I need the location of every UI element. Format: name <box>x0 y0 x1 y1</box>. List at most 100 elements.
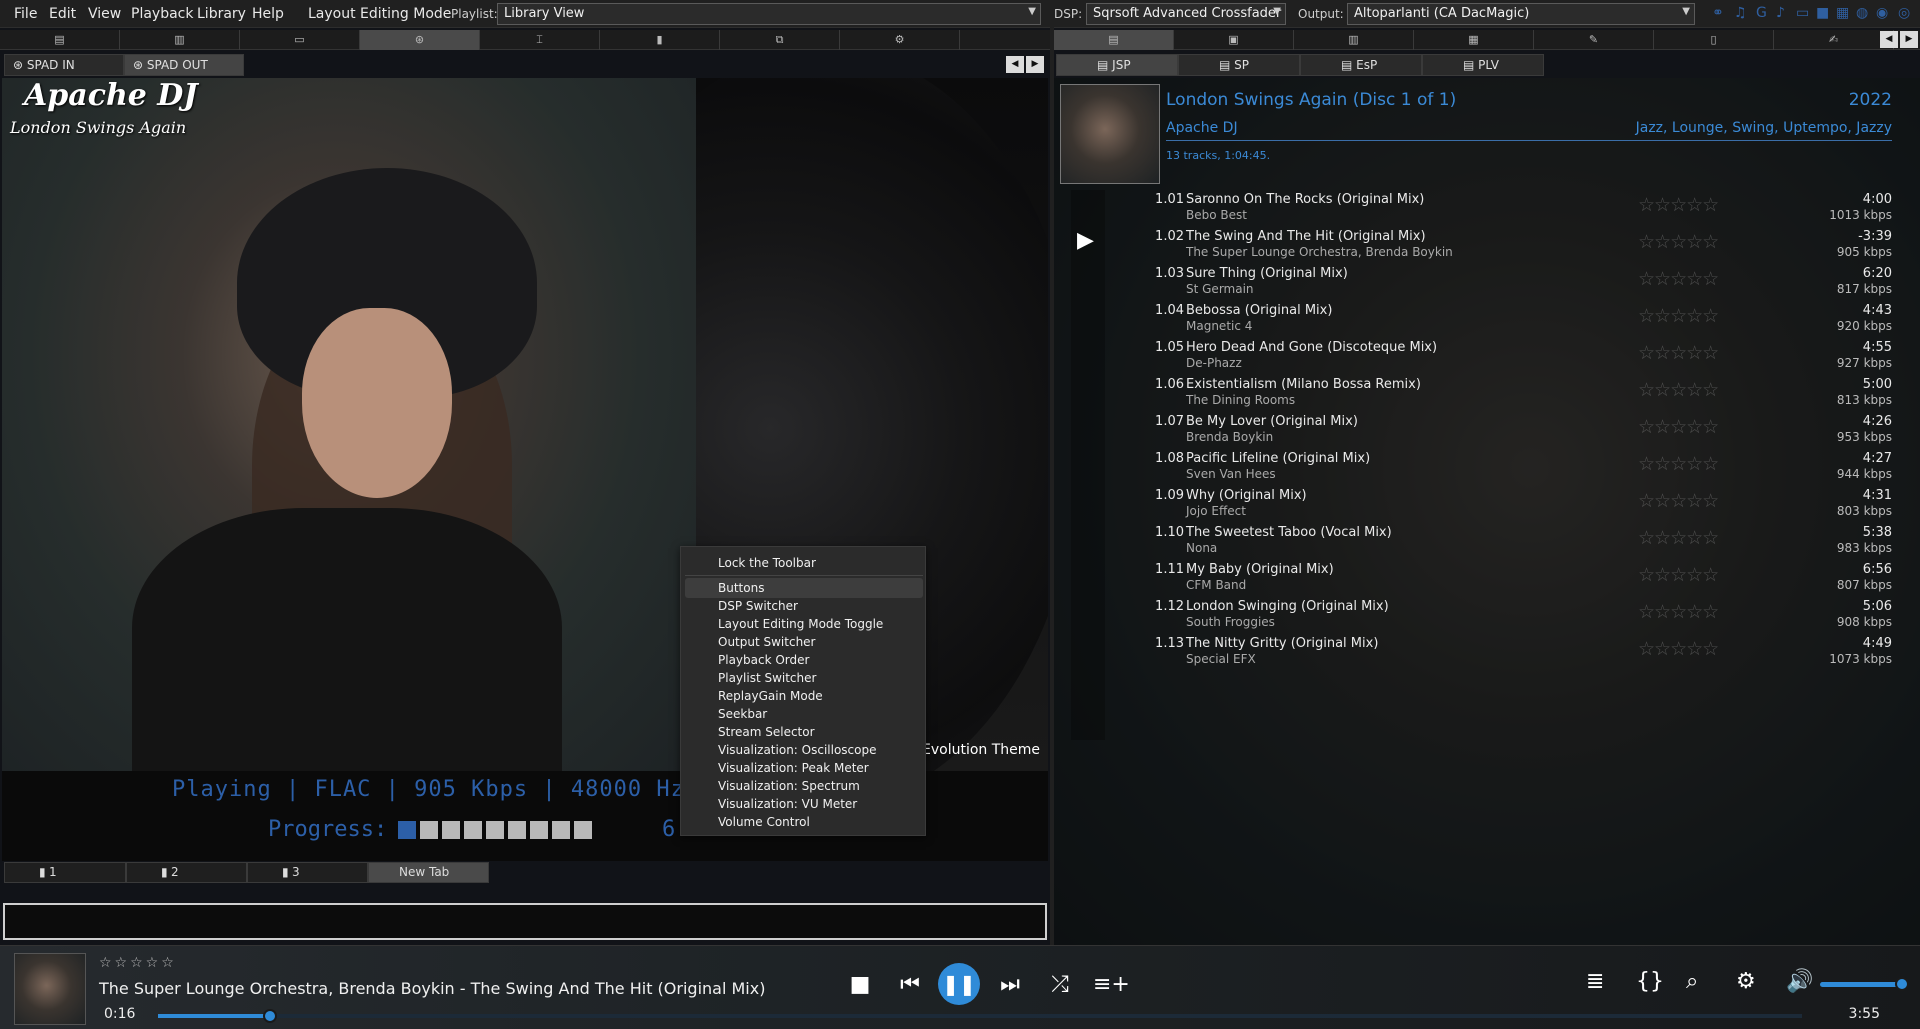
headphones-icon[interactable]: ♫ <box>1734 5 1747 21</box>
track-rating-stars[interactable]: ☆☆☆☆☆ <box>1638 194 1719 216</box>
track-rating-stars[interactable]: ☆☆☆☆☆ <box>1638 453 1719 475</box>
shuffle-icon[interactable]: ⤮ <box>1043 968 1077 1002</box>
track-rating-stars[interactable]: ☆☆☆☆☆ <box>1638 379 1719 401</box>
context-menu-item[interactable]: DSP Switcher <box>685 596 923 616</box>
context-menu-item[interactable]: Visualization: VU Meter <box>685 794 923 814</box>
tab-properties[interactable]: ▯ <box>1654 30 1774 50</box>
tab-scroll-right-button[interactable]: ▶ <box>1026 56 1044 73</box>
album-thumbnail[interactable] <box>1060 84 1160 184</box>
facebook-icon[interactable]: ■ <box>1816 5 1829 21</box>
toolbar-drop-area[interactable] <box>3 903 1047 940</box>
volume-handle[interactable] <box>1895 977 1909 991</box>
track-rating-stars[interactable]: ☆☆☆☆☆ <box>1638 268 1719 290</box>
music-search-icon[interactable]: ♪ <box>1776 5 1785 21</box>
tab-scroll-right-button[interactable]: ▶ <box>1900 31 1918 48</box>
book-icon[interactable]: ▭ <box>1796 5 1809 21</box>
track-rating-stars[interactable]: ☆☆☆☆☆ <box>1638 305 1719 327</box>
tab-spectrum[interactable]: ▮ <box>600 30 720 50</box>
menu-edit[interactable]: Edit <box>49 6 76 22</box>
track-rating-stars[interactable]: ☆☆☆☆☆ <box>1638 490 1719 512</box>
track-rating-stars[interactable]: ☆☆☆☆☆ <box>1638 231 1719 253</box>
track-rating-stars[interactable]: ☆☆☆☆☆ <box>1638 342 1719 364</box>
tab-notes[interactable]: ✍ <box>1774 30 1894 50</box>
track-row[interactable]: 1.09 Why (Original Mix) Jojo Effect ☆☆☆☆☆ 4:… <box>1054 488 1920 525</box>
tab-settings[interactable]: ⚙ <box>840 30 960 50</box>
tab-esp[interactable]: ▤ EsP <box>1300 54 1422 76</box>
wikipedia-icon[interactable]: ◎ <box>1898 5 1910 21</box>
tab-layout[interactable]: ⌶ <box>480 30 600 50</box>
track-row[interactable]: 1.11 My Baby (Original Mix) CFM Band ☆☆☆☆☆ 6… <box>1054 562 1920 599</box>
context-menu-item[interactable]: Stream Selector <box>685 722 923 742</box>
volume-icon[interactable]: 🔊 <box>1786 969 1813 994</box>
tab-document[interactable]: ▤ <box>0 30 120 50</box>
layout-editing-mode-button[interactable]: Layout Editing Mode <box>308 6 451 22</box>
track-row[interactable]: 1.10 The Sweetest Taboo (Vocal Mix) Nona ☆☆… <box>1054 525 1920 562</box>
tab-plv[interactable]: ▤ PLV <box>1422 54 1544 76</box>
context-menu-item[interactable]: Lock the Toolbar <box>685 553 923 573</box>
tab-image[interactable]: ▣ <box>1174 30 1294 50</box>
tab-sp[interactable]: ▤ SP <box>1178 54 1300 76</box>
tab-book[interactable]: ▥ <box>120 30 240 50</box>
next-button[interactable]: ⏭ <box>993 968 1027 1002</box>
dsp-switcher[interactable]: Sqrsoft Advanced Crossfader ▼ <box>1086 3 1286 25</box>
context-menu-item[interactable]: Playlist Switcher <box>685 668 923 688</box>
grid-icon[interactable]: ▦ <box>1836 5 1849 21</box>
tab-playlist[interactable]: ▤ <box>1054 30 1174 50</box>
context-menu-item[interactable]: Visualization: Spectrum <box>685 776 923 796</box>
track-row[interactable]: 1.13 The Nitty Gritty (Original Mix) Speci… <box>1054 636 1920 673</box>
track-rating-stars[interactable]: ☆☆☆☆☆ <box>1638 638 1719 660</box>
track-row[interactable]: 1.03 Sure Thing (Original Mix) St Germain ☆… <box>1054 266 1920 303</box>
menu-playback[interactable]: Playback <box>131 6 193 22</box>
tab-new[interactable]: New Tab <box>368 862 489 883</box>
tab-drive[interactable]: ▭ <box>240 30 360 50</box>
track-row[interactable]: 1.02 The Swing And The Hit (Original Mix)… <box>1054 229 1920 266</box>
seekbar-handle[interactable] <box>262 1009 277 1023</box>
track-rating-stars[interactable]: ☆☆☆☆☆ <box>1638 601 1719 623</box>
context-menu-item[interactable]: Visualization: Peak Meter <box>685 758 923 778</box>
track-row[interactable]: 1.05 Hero Dead And Gone (Discoteque Mix) D… <box>1054 340 1920 377</box>
now-playing-thumbnail[interactable] <box>14 953 86 1025</box>
context-menu-item[interactable]: Playback Order <box>685 650 923 670</box>
tab-vis-3[interactable]: ▮ 3 <box>247 862 368 883</box>
menu-file[interactable]: File <box>14 6 37 22</box>
context-menu-item[interactable]: Buttons <box>685 578 923 598</box>
lastfm-icon[interactable]: ◉ <box>1876 5 1888 21</box>
context-menu-item[interactable]: Output Switcher <box>685 632 923 652</box>
tab-vis-2[interactable]: ▮ 2 <box>126 862 247 883</box>
stop-button[interactable]: ■ <box>843 968 877 1002</box>
context-menu-item[interactable]: Visualization: Oscilloscope <box>685 740 923 760</box>
previous-button[interactable]: ⏮ <box>893 968 927 1002</box>
track-row[interactable]: 1.12 London Swinging (Original Mix) South … <box>1054 599 1920 636</box>
context-menu-item[interactable]: Seekbar <box>685 704 923 724</box>
tab-scroll-left-button[interactable]: ◀ <box>1880 31 1898 48</box>
track-rating-stars[interactable]: ☆☆☆☆☆ <box>1638 416 1719 438</box>
track-rating-stars[interactable]: ☆☆☆☆☆ <box>1638 527 1719 549</box>
seekbar[interactable] <box>158 1009 1802 1023</box>
track-row[interactable]: 1.07 Be My Lover (Original Mix) Brenda Boy… <box>1054 414 1920 451</box>
tab-jsp[interactable]: ▤ JSP <box>1056 54 1178 76</box>
tab-spad[interactable]: ⊛ <box>360 30 480 50</box>
tab-spad-out[interactable]: ⊛ SPAD OUT <box>124 54 244 76</box>
tab-library[interactable]: ▦ <box>1414 30 1534 50</box>
track-rating-stars[interactable]: ☆☆☆☆☆ <box>1638 564 1719 586</box>
tab-spad-in[interactable]: ⊛ SPAD IN <box>4 54 124 76</box>
menu-help[interactable]: Help <box>252 6 284 22</box>
rating-stars[interactable]: ☆☆☆☆☆ <box>99 955 177 971</box>
track-row[interactable]: 1.06 Existentialism (Milano Bossa Remix) T… <box>1054 377 1920 414</box>
track-row[interactable]: 1.01 Saronno On The Rocks (Original Mix) B… <box>1054 192 1920 229</box>
tab-scroll-left-button[interactable]: ◀ <box>1006 56 1024 73</box>
add-to-queue-icon[interactable]: ≡+ <box>1093 968 1130 1002</box>
context-menu-item[interactable]: Layout Editing Mode Toggle <box>685 614 923 634</box>
tab-vis-1[interactable]: ▮ 1 <box>4 862 126 883</box>
link-icon[interactable]: ⚭ <box>1712 5 1724 21</box>
tab-windows[interactable]: ⧉ <box>720 30 840 50</box>
playlist-icon[interactable]: ≣ <box>1586 969 1604 994</box>
menu-library[interactable]: Library <box>197 6 246 22</box>
playlist-switcher[interactable]: Library View ▼ <box>497 3 1041 25</box>
volume-slider[interactable] <box>1820 977 1909 991</box>
output-switcher[interactable]: Altoparlanti (CA DacMagic) ▼ <box>1347 3 1695 25</box>
context-menu-item[interactable]: ReplayGain Mode <box>685 686 923 706</box>
context-menu-item[interactable]: Volume Control <box>685 812 923 832</box>
pause-button[interactable]: ❚❚ <box>938 963 980 1005</box>
tab-lyrics[interactable]: ✎ <box>1534 30 1654 50</box>
